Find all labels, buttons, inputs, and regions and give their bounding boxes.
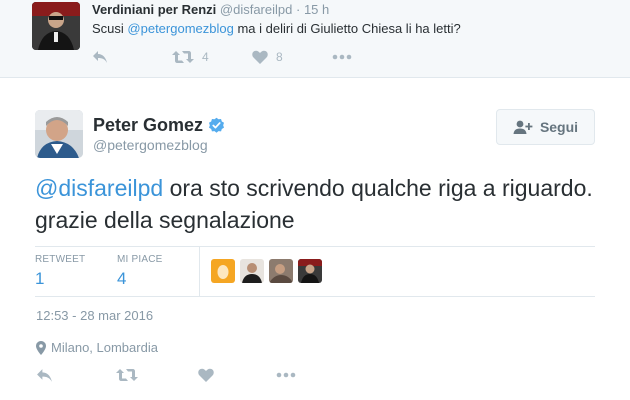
reply-mention-link[interactable]: @petergomezblog bbox=[127, 21, 233, 36]
follow-button-label: Segui bbox=[539, 119, 579, 135]
follow-user-icon bbox=[513, 120, 533, 134]
likes-stat-label: MI PIACE bbox=[117, 254, 163, 265]
likers-avatars bbox=[211, 259, 327, 283]
follow-button[interactable]: Segui bbox=[496, 109, 595, 145]
reply-avatar[interactable] bbox=[32, 2, 80, 50]
reply-text-suffix: ma i deliri di Giulietto Chiesa li ha le… bbox=[233, 21, 461, 36]
location-pin-icon bbox=[36, 340, 46, 355]
retweet-stat-label: RETWEET bbox=[35, 254, 86, 265]
retweet-count: 4 bbox=[202, 50, 209, 64]
retweet-stat[interactable]: RETWEET 1 bbox=[35, 254, 85, 289]
location-label: Milano, Lombardia bbox=[51, 340, 158, 355]
likes-stat-value: 4 bbox=[117, 269, 127, 288]
separator-dot: · bbox=[295, 2, 301, 17]
reply-timestamp[interactable]: 15 h bbox=[304, 2, 329, 17]
reply-icon bbox=[37, 368, 52, 382]
author-name-text[interactable]: Peter Gomez bbox=[93, 115, 203, 136]
author-name[interactable]: Peter Gomez bbox=[93, 115, 225, 136]
reply-author-handle[interactable]: @disfareilpd bbox=[220, 2, 292, 17]
reply-author-name[interactable]: Verdiniani per Renzi bbox=[92, 2, 216, 17]
liker-avatar[interactable] bbox=[211, 259, 235, 283]
retweet-icon bbox=[172, 51, 194, 63]
more-icon bbox=[332, 54, 352, 60]
more-button[interactable] bbox=[332, 48, 352, 66]
stats-divider bbox=[199, 247, 200, 296]
tweet-text: @disfareilpd ora sto scrivendo qualche r… bbox=[35, 172, 605, 236]
tweet-timestamp[interactable]: 12:53 - 28 mar 2016 bbox=[36, 308, 153, 323]
heart-icon bbox=[252, 50, 268, 64]
liker-avatar[interactable] bbox=[269, 259, 293, 283]
like-button[interactable]: 8 bbox=[252, 48, 283, 66]
reply-button[interactable] bbox=[36, 366, 53, 384]
reply-button[interactable] bbox=[92, 48, 108, 66]
tweet-stats: RETWEET 1 MI PIACE 4 bbox=[35, 246, 595, 297]
tweet-mention-link[interactable]: @disfareilpd bbox=[35, 175, 163, 201]
retweet-button[interactable]: 4 bbox=[172, 48, 209, 66]
liker-avatar[interactable] bbox=[298, 259, 322, 283]
like-button[interactable] bbox=[198, 366, 214, 384]
retweet-stat-value: 1 bbox=[35, 269, 45, 288]
main-avatar[interactable] bbox=[35, 110, 83, 158]
reply-header: Verdiniani per Renzi @disfareilpd · 15 h bbox=[92, 2, 329, 17]
verified-badge-icon bbox=[209, 117, 225, 133]
more-button[interactable] bbox=[276, 366, 296, 384]
heart-icon bbox=[198, 368, 214, 382]
like-count: 8 bbox=[276, 50, 283, 64]
reply-icon bbox=[93, 51, 107, 63]
retweet-icon bbox=[116, 369, 138, 381]
tweet-location[interactable]: Milano, Lombardia bbox=[36, 340, 158, 355]
reply-text: Scusi @petergomezblog ma i deliri di Giu… bbox=[92, 21, 461, 36]
author-handle[interactable]: @petergomezblog bbox=[93, 137, 208, 153]
more-icon bbox=[276, 372, 296, 378]
reply-text-prefix: Scusi bbox=[92, 21, 128, 36]
retweet-button[interactable] bbox=[116, 366, 138, 384]
reply-tweet[interactable]: Verdiniani per Renzi @disfareilpd · 15 h… bbox=[0, 0, 630, 78]
liker-avatar[interactable] bbox=[240, 259, 264, 283]
likes-stat[interactable]: MI PIACE 4 bbox=[117, 254, 163, 289]
